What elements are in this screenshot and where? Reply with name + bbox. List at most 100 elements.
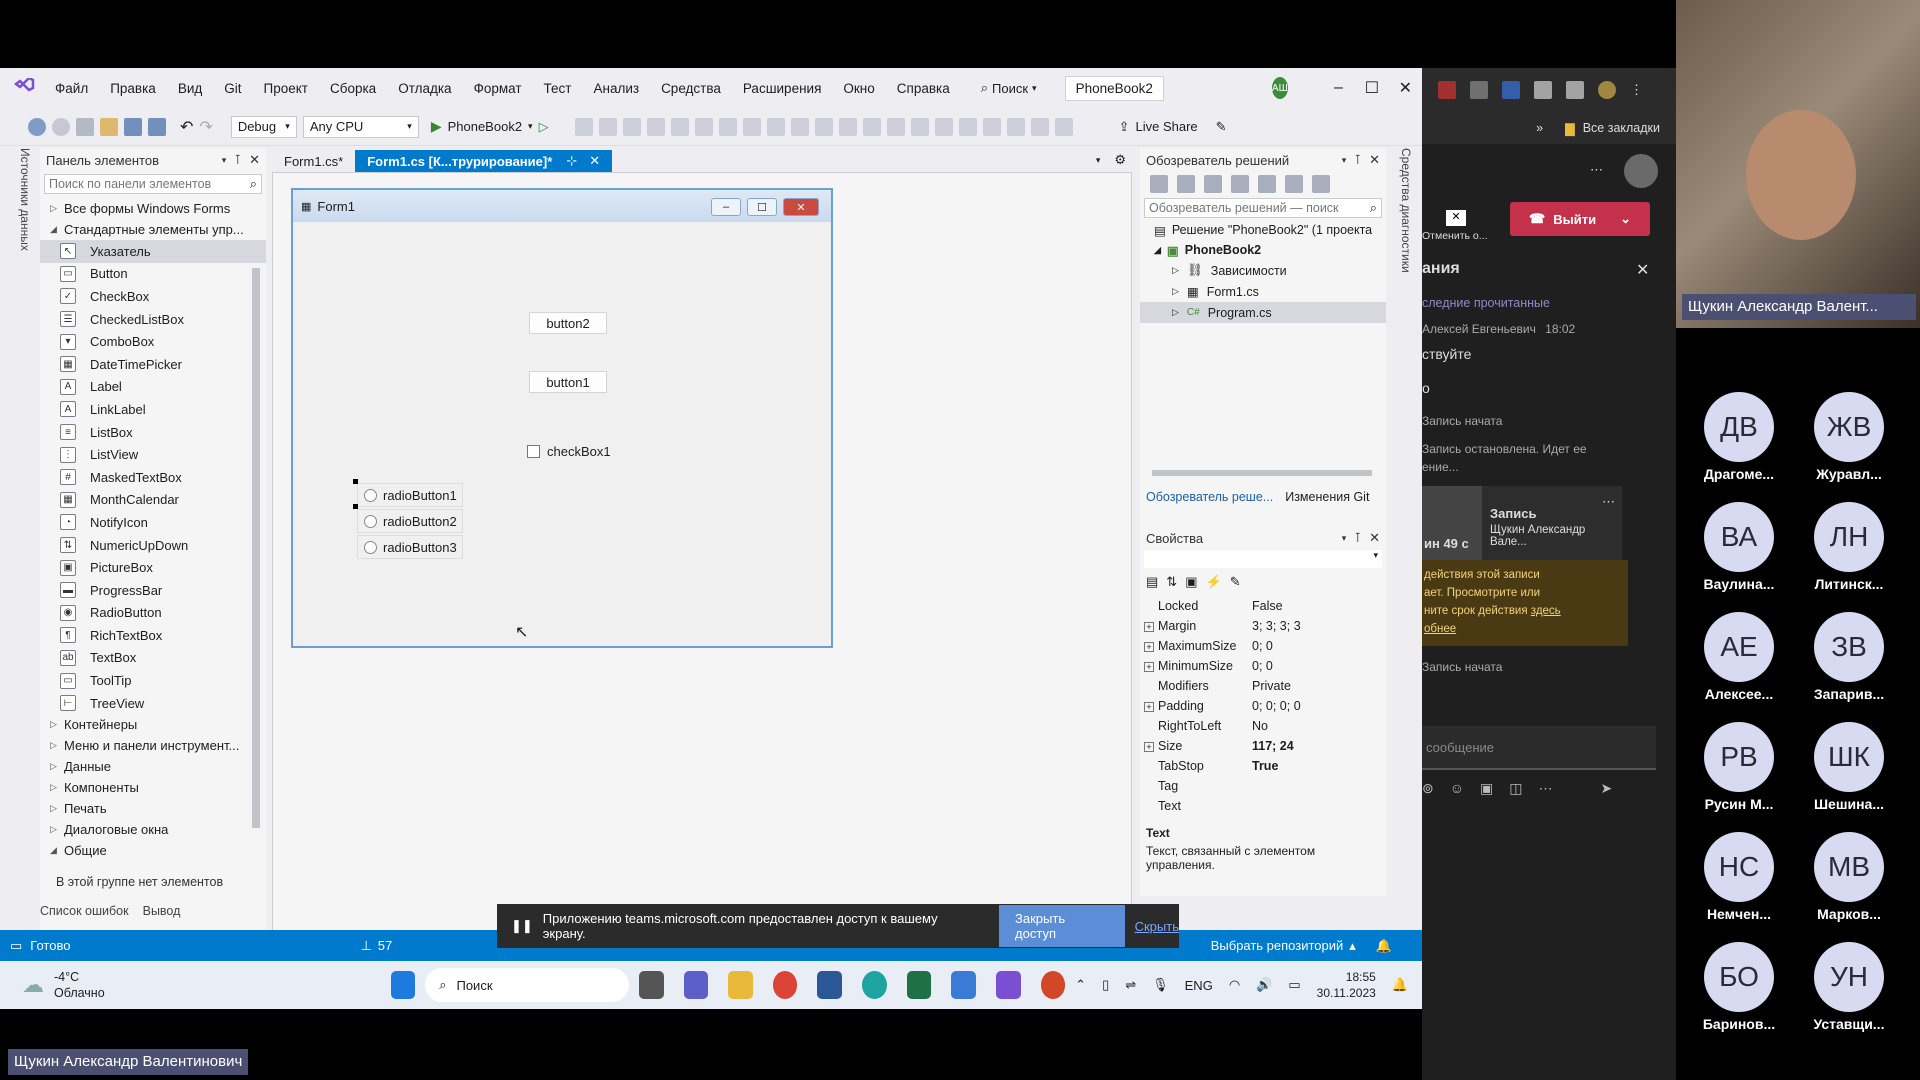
copy-icon[interactable] — [1258, 175, 1276, 193]
excel-icon[interactable] — [906, 971, 932, 999]
tab-form1-designer[interactable]: Form1.cs [К...трурирование]* ⊹ ✕ — [355, 150, 613, 172]
toolbar-icon[interactable] — [622, 117, 641, 136]
alphabetical-icon[interactable]: ⇅ — [1166, 574, 1177, 590]
teams-icon[interactable] — [683, 971, 709, 999]
close-icon[interactable]: ✕ — [249, 152, 260, 168]
minimize-icon[interactable]: – — [711, 198, 741, 216]
history-icon[interactable] — [1177, 175, 1195, 193]
radio-button-2[interactable]: radioButton2 — [357, 509, 463, 533]
toolbar-icon[interactable] — [958, 117, 977, 136]
toolbar-icon[interactable] — [598, 117, 617, 136]
user-avatar[interactable] — [1624, 154, 1658, 188]
participant-tile[interactable]: УН Уставщи... — [1794, 942, 1904, 1032]
toolbox-scrollbar[interactable] — [252, 268, 260, 828]
toolbar-icon[interactable] — [862, 117, 881, 136]
toolbox-item[interactable]: A LinkLabel — [40, 398, 266, 421]
toolbox-item[interactable]: ab TextBox — [40, 647, 266, 670]
property-row[interactable]: Locked False — [1140, 596, 1386, 616]
toolbox-item[interactable]: # MaskedTextBox — [40, 466, 266, 489]
dropdown-icon[interactable]: ▾ — [222, 155, 227, 166]
expand-icon[interactable]: + — [1144, 622, 1154, 632]
toolbox-item[interactable]: ⇅ NumericUpDown — [40, 534, 266, 557]
format-icon[interactable]: ⊚ — [1422, 780, 1434, 797]
maximize-icon[interactable]: ☐ — [1355, 78, 1388, 98]
categorized-icon[interactable]: ▤ — [1146, 574, 1158, 590]
pin-icon[interactable]: ⊺ — [1354, 152, 1361, 168]
property-row[interactable]: + Margin 3; 3; 3; 3 — [1140, 616, 1386, 636]
participant-tile[interactable]: ШК Шешина... — [1794, 722, 1904, 812]
participant-tile[interactable]: ВА Ваулина... — [1684, 502, 1794, 592]
menu-project[interactable]: Проект — [253, 81, 319, 96]
extension-icon[interactable] — [1502, 81, 1520, 99]
filter-icon[interactable] — [1285, 175, 1303, 193]
tree-item-program[interactable]: ▷ C# Program.cs — [1140, 302, 1386, 323]
save-icon[interactable] — [124, 117, 142, 136]
tab-error-list[interactable]: Список ошибок — [40, 904, 129, 924]
weather-widget[interactable]: ☁ -4°C Облачно — [0, 969, 381, 1001]
more-icon[interactable]: ⋯ — [1539, 780, 1553, 797]
toolbox-group[interactable]: ▷ Контейнеры — [40, 714, 266, 735]
emoji-icon[interactable]: ☺ — [1450, 780, 1464, 797]
more-icon[interactable]: ⋮ — [1630, 82, 1643, 98]
properties-icon[interactable]: ▣ — [1185, 574, 1197, 590]
radio-button-3[interactable]: radioButton3 — [357, 535, 463, 559]
menu-test[interactable]: Тест — [533, 81, 583, 96]
menu-view[interactable]: Вид — [167, 81, 213, 96]
toolbox-item[interactable]: ☰ CheckedListBox — [40, 308, 266, 331]
menu-window[interactable]: Окно — [832, 81, 885, 96]
new-project-icon[interactable] — [76, 117, 94, 136]
menu-debug[interactable]: Отладка — [387, 81, 462, 96]
toolbar-icon[interactable] — [814, 117, 833, 136]
horizontal-scrollbar[interactable] — [1152, 470, 1372, 476]
sticker-icon[interactable]: ◫ — [1509, 780, 1522, 797]
group-standard[interactable]: ◢ Стандартные элементы упр... — [40, 219, 266, 240]
recording-card[interactable]: ин 49 с Запись Щукин Александр Вале... ⋯ — [1422, 486, 1622, 560]
platform-dropdown[interactable]: Any CPU ▾ — [302, 115, 419, 138]
clock[interactable]: 18:55 30.11.2023 — [1317, 969, 1376, 1001]
microphone-icon[interactable]: 🎙 — [1152, 977, 1169, 993]
close-icon[interactable]: ✕ — [589, 153, 600, 169]
leave-button[interactable]: ☎ Выйти ⌄ — [1510, 202, 1650, 236]
group-all-forms[interactable]: ▷ Все формы Windows Forms — [40, 198, 266, 219]
compose-box[interactable]: сообщение — [1422, 726, 1656, 770]
toolbox-group[interactable]: ▷ Печать — [40, 798, 266, 819]
language-indicator[interactable]: ENG — [1185, 978, 1213, 993]
close-icon[interactable]: ✕ — [783, 198, 819, 216]
extension-icon[interactable] — [1470, 81, 1488, 99]
toolbar-icon[interactable] — [742, 117, 761, 136]
tab-solution-explorer[interactable]: Обозреватель реше... — [1146, 490, 1273, 504]
tab-git-changes[interactable]: Изменения Git — [1285, 490, 1369, 504]
network-icon[interactable]: ⇌ — [1125, 977, 1136, 993]
events-icon[interactable]: ⚡ — [1206, 574, 1222, 590]
group-general[interactable]: ◢ Общие — [40, 840, 266, 861]
toolbar-icon[interactable] — [718, 117, 737, 136]
config-dropdown[interactable]: Debug ▾ — [230, 115, 297, 138]
send-icon[interactable]: ➤ — [1601, 780, 1613, 797]
toolbox-group[interactable]: ▷ Диалоговые окна — [40, 819, 266, 840]
powerpoint-icon[interactable] — [1040, 971, 1066, 999]
toolbox-item[interactable]: ▣ PictureBox — [40, 556, 266, 579]
tree-root[interactable]: ▤ Решение "PhoneBook2" (1 проекта — [1140, 220, 1386, 240]
participant-tile[interactable]: БО Баринов... — [1684, 942, 1794, 1032]
more-icon[interactable]: ⋯ — [1602, 494, 1615, 510]
toolbar-icon[interactable] — [1006, 117, 1025, 136]
menu-analyze[interactable]: Анализ — [582, 81, 650, 96]
run-without-debug-icon[interactable]: ▷ — [539, 119, 549, 135]
object-selector[interactable]: ▾ — [1144, 550, 1382, 568]
volume-icon[interactable]: 🔊 — [1256, 977, 1272, 993]
participant-tile[interactable]: ЗВ Запарив... — [1794, 612, 1904, 702]
live-share-button[interactable]: ⇪ Live Share — [1119, 119, 1198, 135]
puzzle-icon[interactable] — [1534, 81, 1552, 99]
property-row[interactable]: TabStop True — [1140, 756, 1386, 776]
selection-handle[interactable] — [353, 504, 358, 509]
wifi-icon[interactable]: ◠ — [1229, 977, 1240, 993]
chevron-right-icon[interactable]: » — [1536, 121, 1543, 135]
run-button[interactable]: ▶ PhoneBook2 ▾ — [431, 118, 533, 135]
property-row[interactable]: + MaximumSize 0; 0 — [1140, 636, 1386, 656]
back-icon[interactable] — [28, 117, 46, 136]
open-icon[interactable] — [100, 117, 118, 136]
sync-icon[interactable] — [1150, 175, 1168, 193]
participant-tile[interactable]: ЖВ Журавл... — [1794, 392, 1904, 482]
here-link[interactable]: здесь — [1531, 605, 1561, 617]
toolbar-icon[interactable] — [790, 117, 809, 136]
